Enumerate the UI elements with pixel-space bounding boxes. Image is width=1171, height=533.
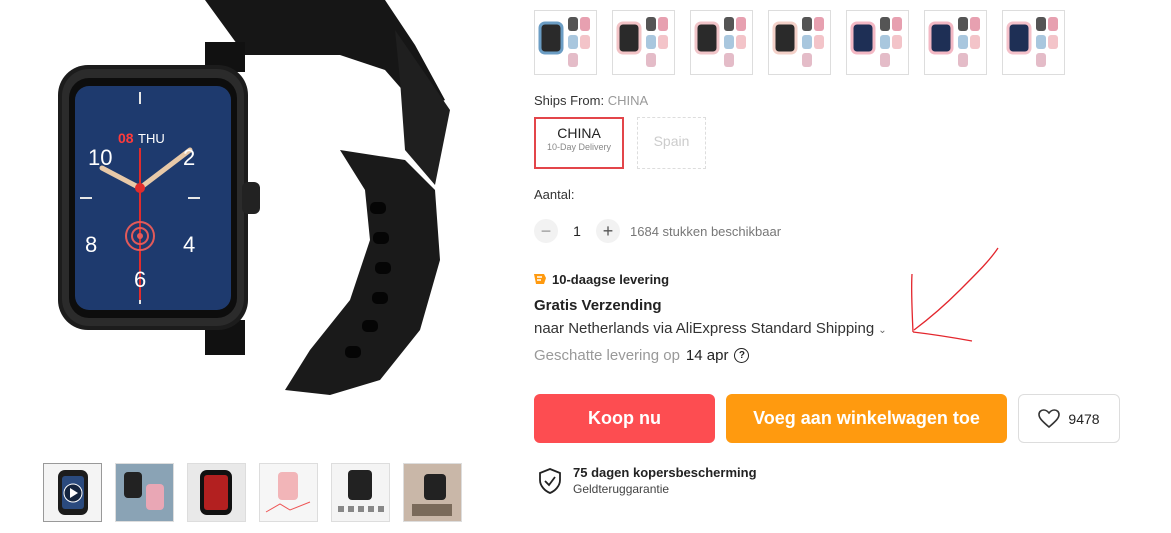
thumbnail-4[interactable] [259,463,318,522]
thumbnail-3[interactable] [187,463,246,522]
variant-swatch-6[interactable] [924,10,987,75]
variant-swatch-3[interactable] [690,10,753,75]
quantity-label: Aantal: [534,187,575,202]
ships-from-title: Ships From: [534,93,605,108]
fast-delivery-icon [534,274,546,284]
shipping-method[interactable]: naar Netherlands via AliExpress Standard… [534,320,887,337]
quantity-plus-button[interactable]: + [596,219,620,243]
variant-swatch-7[interactable] [1002,10,1065,75]
variant-swatch-4[interactable] [768,10,831,75]
ships-from-value: CHINA [607,93,649,108]
estimated-delivery-date: 14 apr [685,347,729,364]
buy-now-button[interactable]: Koop nu [534,394,715,443]
delivery-badge: 10-daagse levering [532,271,669,287]
ships-from-label: Ships From: CHINA [534,93,648,108]
thumbnail-5[interactable] [331,463,390,522]
estimated-delivery-label: Geschatte levering op [534,347,680,364]
quantity-stepper: − 1 + 1684 stukken beschikbaar [534,219,781,243]
variant-swatches [534,10,1065,75]
stock-available: 1684 stukken beschikbaar [630,223,782,239]
variant-swatch-2[interactable] [612,10,675,75]
main-product-image[interactable]: 10 2 8 4 6 08 THU [40,0,460,400]
video-play-icon [58,470,88,515]
buyer-protection: 75 dagen kopersbescherming Geldteruggara… [538,465,757,496]
ship-option-sub: 10-Day Delivery [546,142,612,152]
dial-number-6: 6 [134,267,146,292]
ship-option-china[interactable]: CHINA 10-Day Delivery [534,117,624,169]
thumbnail-2[interactable] [115,463,174,522]
ship-option-name: CHINA [557,125,601,141]
chevron-down-icon[interactable]: ⌄ [878,325,886,336]
delivery-badge-text: 10-daagse levering [552,271,670,287]
ship-option-spain[interactable]: Spain [637,117,706,169]
quantity-minus-button[interactable]: − [534,219,558,243]
variant-swatch-1[interactable] [534,10,597,75]
dial-number-4: 4 [183,232,195,257]
help-icon[interactable]: ? [734,348,750,363]
buyer-protection-title: 75 dagen kopersbescherming [573,465,757,480]
dial-number-8: 8 [85,232,97,257]
add-to-cart-button[interactable]: Voeg aan winkelwagen toe [726,394,1007,443]
product-page: 10 2 8 4 6 08 THU Ships From: CHINA CHIN… [0,0,1171,533]
thumbnail-video[interactable] [43,463,102,522]
ship-option-name: Spain [653,133,690,149]
shield-check-icon [539,467,561,494]
wishlist-count: 9478 [1068,410,1100,427]
smartwatch-image: 10 2 8 4 6 08 THU [58,0,450,395]
shipping-method-text: naar Netherlands via AliExpress Standard… [534,320,875,337]
thumbnail-strip [43,463,462,522]
shipping-title: Gratis Verzending [534,297,662,314]
watch-date: 08 [118,130,134,146]
wishlist-button[interactable]: 9478 [1018,394,1120,443]
dial-number-2: 2 [183,145,195,170]
quantity-value[interactable]: 1 [558,223,596,239]
buyer-protection-text: 75 dagen kopersbescherming Geldteruggara… [573,465,757,496]
estimated-delivery: Geschatte levering op 14 apr ? [534,347,750,364]
annotation-arrow-icon [910,247,999,342]
thumbnail-6[interactable] [403,463,462,522]
watch-day: THU [138,131,165,146]
dial-number-10: 10 [88,145,112,170]
buyer-protection-subtitle: Geldteruggarantie [573,482,670,496]
variant-swatch-5[interactable] [846,10,909,75]
heart-icon [1038,408,1061,428]
